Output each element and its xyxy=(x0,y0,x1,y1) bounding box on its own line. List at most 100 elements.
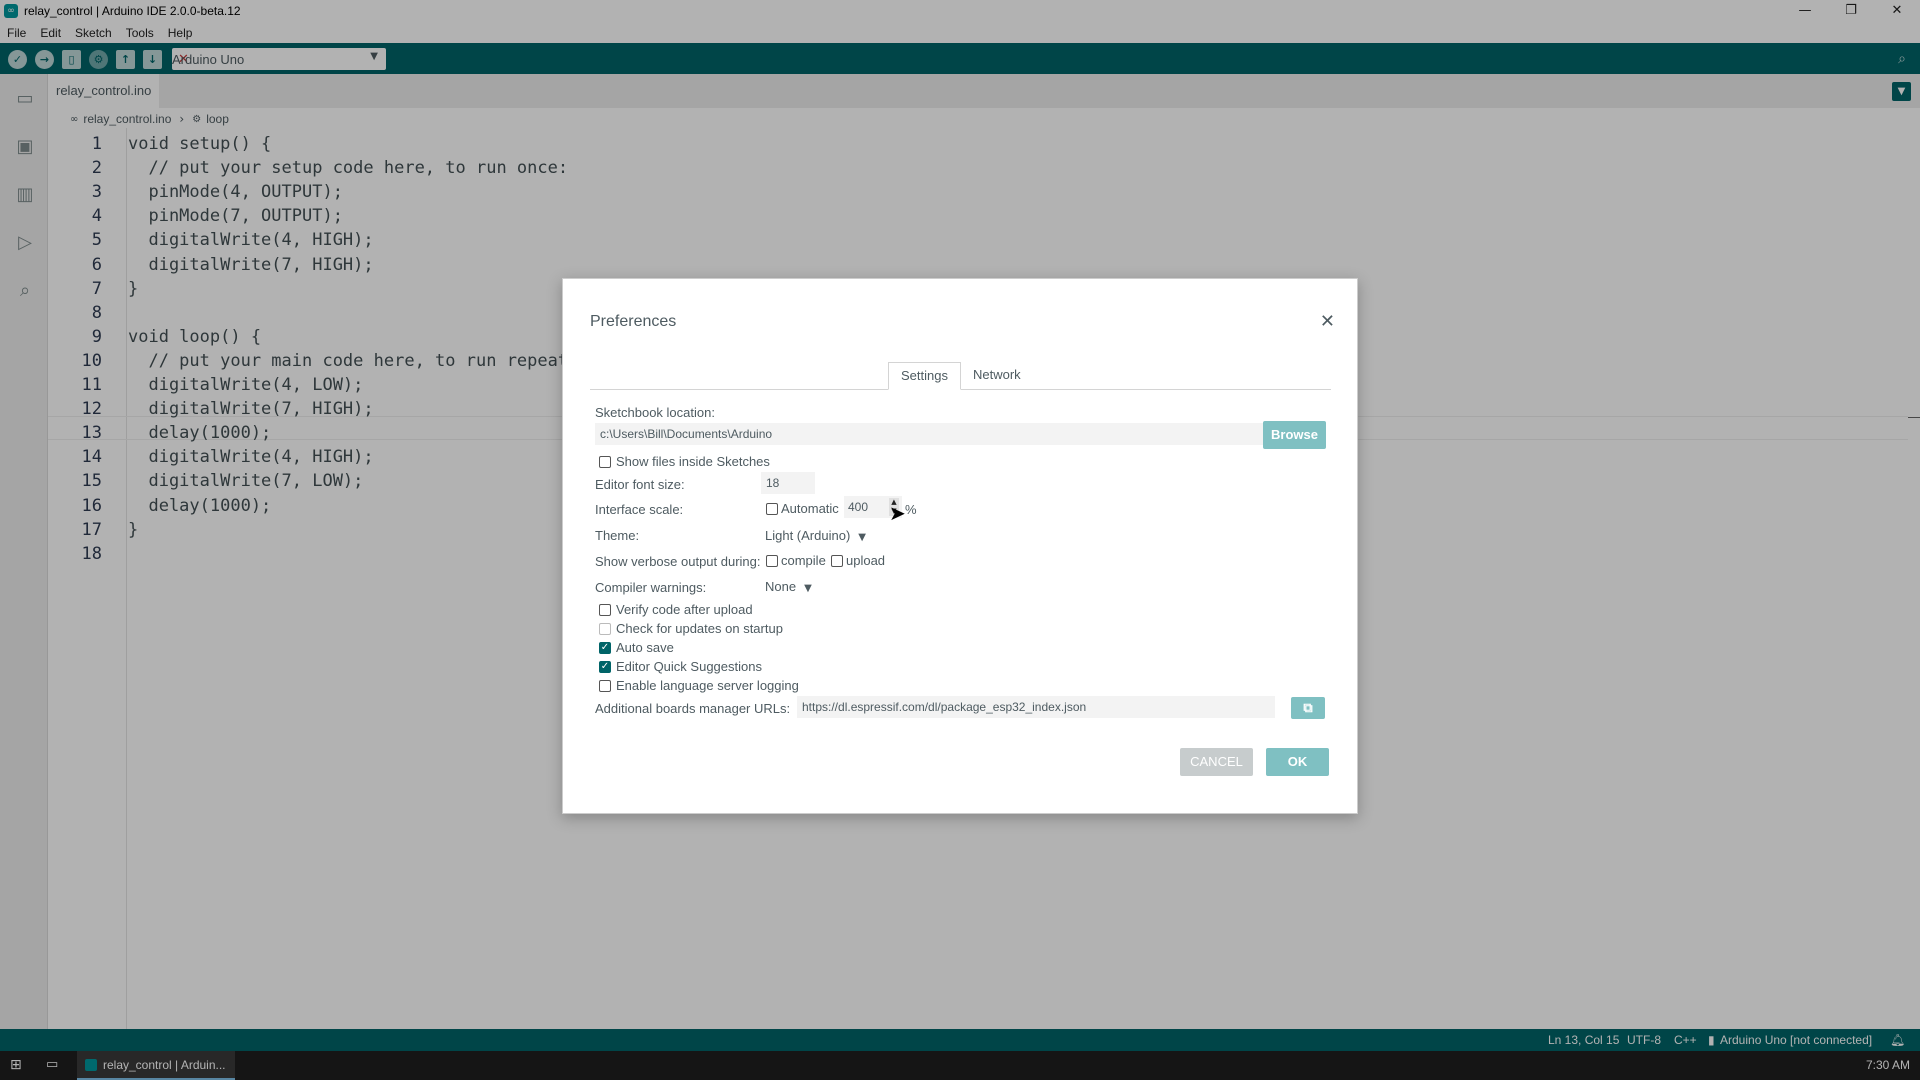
code-line[interactable]: 18 xyxy=(48,542,102,566)
code-line[interactable]: 1 void setup() { xyxy=(48,132,272,156)
open-sketch-icon[interactable]: ↑ xyxy=(116,50,135,69)
minimize-button[interactable]: — xyxy=(1782,0,1828,22)
code-text[interactable]: digitalWrite(7, HIGH); xyxy=(128,253,373,277)
code-line[interactable]: 9 void loop() { xyxy=(48,325,261,349)
quick-suggestions-checkbox[interactable]: ✓ xyxy=(599,661,611,673)
boards-manager-icon[interactable]: ▣ xyxy=(12,134,38,160)
code-text[interactable]: pinMode(4, OUTPUT); xyxy=(128,180,342,204)
theme-select[interactable]: Light (Arduino) ▼ xyxy=(765,528,866,546)
code-line[interactable]: 3 pinMode(4, OUTPUT); xyxy=(48,180,343,204)
code-text[interactable]: delay(1000); xyxy=(128,494,271,518)
cursor-position[interactable]: Ln 13, Col 15 xyxy=(1548,1033,1619,1047)
code-text[interactable]: delay(1000); xyxy=(128,421,271,445)
code-line[interactable]: 13 delay(1000); xyxy=(48,421,272,445)
verify-checkbox[interactable] xyxy=(599,604,611,616)
new-sketch-icon[interactable]: ▯ xyxy=(62,50,81,69)
close-icon[interactable]: ✕ xyxy=(1320,311,1335,332)
ls-logging-label: Enable language server logging xyxy=(616,678,799,693)
verify-icon[interactable]: ✓ xyxy=(8,50,27,69)
menu-edit[interactable]: Edit xyxy=(40,26,61,40)
code-text[interactable]: pinMode(7, OUTPUT); xyxy=(128,204,342,228)
code-text[interactable]: // put your main code here, to run repea… xyxy=(128,349,578,373)
verify-label: Verify code after upload xyxy=(616,602,753,617)
browse-button[interactable]: Browse xyxy=(1263,421,1326,449)
automatic-scale-checkbox[interactable] xyxy=(766,503,778,515)
serial-monitor-icon[interactable]: ⌕ xyxy=(1892,49,1912,69)
compile-checkbox[interactable] xyxy=(766,555,778,567)
auto-save-checkbox[interactable]: ✓ xyxy=(599,642,611,654)
language-mode[interactable]: C++ xyxy=(1674,1033,1697,1047)
code-text[interactable]: // put your setup code here, to run once… xyxy=(128,156,568,180)
code-text[interactable]: digitalWrite(4, HIGH); xyxy=(128,445,373,469)
windows-taskbar: ⊞ ▭ relay_control | Arduin... 7:30 AM xyxy=(0,1051,1920,1080)
tab-network[interactable]: Network xyxy=(971,362,1023,390)
code-line[interactable]: 17} xyxy=(48,518,139,542)
code-text[interactable]: digitalWrite(4, HIGH); xyxy=(128,228,373,252)
encoding[interactable]: UTF-8 xyxy=(1627,1033,1661,1047)
upload-checkbox[interactable] xyxy=(831,555,843,567)
code-line[interactable]: 8 xyxy=(48,301,102,325)
code-text[interactable]: digitalWrite(7, LOW); xyxy=(128,469,363,493)
font-size-label: Editor font size: xyxy=(595,477,685,492)
close-window-button[interactable]: ✕ xyxy=(1874,0,1920,22)
search-icon[interactable]: ⌕ xyxy=(12,278,38,304)
code-line[interactable]: 11 digitalWrite(4, LOW); xyxy=(48,373,364,397)
warnings-select[interactable]: None ▼ xyxy=(765,579,812,597)
breadcrumb-file[interactable]: relay_control.ino xyxy=(83,112,171,126)
code-line[interactable]: 14 digitalWrite(4, HIGH); xyxy=(48,445,374,469)
code-line[interactable]: 5 digitalWrite(4, HIGH); xyxy=(48,228,374,252)
tab-relay-control[interactable]: relay_control.ino xyxy=(48,74,160,108)
line-number: 10 xyxy=(81,350,102,371)
board-status[interactable]: Arduino Uno [not connected] xyxy=(1720,1033,1872,1047)
folder-icon[interactable]: ▭ xyxy=(12,86,38,112)
line-number: 11 xyxy=(81,375,102,395)
library-icon[interactable]: ▥ xyxy=(12,182,38,208)
code-line[interactable]: 6 digitalWrite(7, HIGH); xyxy=(48,253,374,277)
ok-button[interactable]: OK xyxy=(1266,748,1329,776)
font-size-input[interactable]: 18 xyxy=(761,472,815,494)
boards-url-input[interactable]: https://dl.espressif.com/dl/package_esp3… xyxy=(797,696,1275,718)
show-files-label: Show files inside Sketches xyxy=(616,454,770,469)
code-line[interactable]: 7} xyxy=(48,277,139,301)
code-line[interactable]: 12 digitalWrite(7, HIGH); xyxy=(48,397,374,421)
code-text[interactable]: void loop() { xyxy=(128,325,261,349)
code-text[interactable]: void setup() { xyxy=(128,132,271,156)
breadcrumb-symbol[interactable]: loop xyxy=(206,112,229,126)
tab-settings[interactable]: Settings xyxy=(888,362,961,390)
save-sketch-icon[interactable]: ↓ xyxy=(143,50,162,69)
scale-value: 400 xyxy=(848,500,869,514)
debug-icon[interactable]: ⚙ xyxy=(89,50,108,69)
menu-sketch[interactable]: Sketch xyxy=(75,26,112,40)
ls-logging-checkbox[interactable] xyxy=(599,680,611,692)
bell-icon[interactable]: 🔔︎ xyxy=(1890,1033,1905,1047)
windows-start-icon[interactable]: ⊞ xyxy=(10,1057,26,1073)
menu-tools[interactable]: Tools xyxy=(126,26,154,40)
restore-button[interactable]: ❐ xyxy=(1828,0,1874,22)
code-line[interactable]: 15 digitalWrite(7, LOW); xyxy=(48,469,364,493)
code-line[interactable]: 16 delay(1000); xyxy=(48,494,272,518)
menu-help[interactable]: Help xyxy=(168,26,193,40)
taskbar-app-button[interactable]: relay_control | Arduin... xyxy=(77,1051,235,1080)
check-updates-checkbox[interactable] xyxy=(599,623,611,635)
task-view-icon[interactable]: ▭ xyxy=(46,1057,58,1072)
cancel-button[interactable]: CANCEL xyxy=(1180,748,1253,776)
code-text[interactable]: digitalWrite(4, LOW); xyxy=(128,373,363,397)
code-line[interactable]: 2 // put your setup code here, to run on… xyxy=(48,156,568,180)
code-line[interactable]: 10 // put your main code here, to run re… xyxy=(48,349,579,373)
show-files-checkbox[interactable] xyxy=(599,456,611,468)
tab-menu-chevron-icon[interactable]: ▼ xyxy=(1892,82,1911,101)
open-url-list-icon[interactable]: ⧉ xyxy=(1291,697,1325,719)
upload-arrow-icon[interactable]: → xyxy=(35,50,54,69)
menu-file[interactable]: File xyxy=(7,26,26,40)
debug-run-icon[interactable]: ▷ xyxy=(12,230,38,256)
code-text[interactable]: digitalWrite(7, HIGH); xyxy=(128,397,373,421)
clock[interactable]: 7:30 AM xyxy=(1866,1058,1910,1072)
sketchbook-path-input[interactable]: c:\Users\Bill\Documents\Arduino xyxy=(595,423,1295,445)
code-text[interactable]: } xyxy=(128,518,138,542)
code-line[interactable]: 4 pinMode(7, OUTPUT); xyxy=(48,204,343,228)
line-number: 8 xyxy=(91,302,102,323)
code-text[interactable]: } xyxy=(128,277,138,301)
check-updates-label: Check for updates on startup xyxy=(616,621,783,636)
automatic-label: Automatic xyxy=(781,501,839,516)
board-selector[interactable]: ✕ Arduino Uno ▼ xyxy=(172,48,386,70)
